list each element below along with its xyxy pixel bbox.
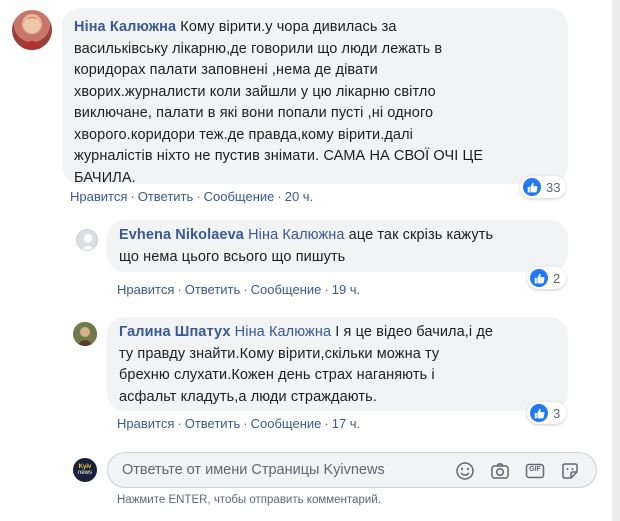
comment-bubble: Галина Шпатух Ніна Калюжна І я це відео … [107, 317, 568, 411]
timestamp-link[interactable]: 17 ч. [332, 416, 360, 431]
default-avatar-icon [81, 234, 95, 250]
timestamp-link[interactable]: 19 ч. [332, 282, 360, 297]
message-link[interactable]: Сообщение [204, 189, 275, 204]
enter-hint: Нажмите ENTER, чтобы отправить комментар… [117, 494, 381, 506]
reply-link[interactable]: Ответить [185, 282, 241, 297]
avatar[interactable] [12, 10, 52, 50]
comment-bubble: Evhena Nikolaeva Ніна Калюжна аце так ск… [107, 220, 568, 272]
gif-label: GIF [529, 466, 541, 473]
comment-line: журналістів ніхто не пустив знімати. САМ… [74, 148, 484, 164]
comment-line: асфальт кладуть,а люди страждають. [119, 388, 377, 405]
avatar-photo-icon [20, 17, 44, 50]
reply-link[interactable]: Ответить [185, 416, 241, 431]
scrollbar[interactable] [612, 0, 620, 521]
comment-line: виключане, палати в які вони попали пуст… [74, 105, 434, 121]
comment-text: Evhena Nikolaeva Ніна Калюжна аце так ск… [119, 225, 556, 247]
comment-input[interactable] [122, 460, 452, 480]
comment-actions: Нравится · Ответить · Сообщение · 19 ч. [117, 282, 361, 297]
message-link[interactable]: Сообщение [251, 282, 322, 297]
comment-line: хворого.коридори теж.де правда,кому віри… [74, 126, 413, 143]
page-avatar: Kyiv news [73, 458, 97, 482]
comment-author[interactable]: Галина Шпатух [119, 324, 231, 340]
reaction-count[interactable]: 33 [520, 176, 567, 198]
comment-line: васильківську лікарню,де говорили що люд… [74, 40, 443, 57]
comment-author[interactable]: Ніна Калюжна [74, 19, 176, 35]
like-icon [523, 178, 541, 196]
gif-icon[interactable]: GIF [524, 460, 546, 482]
comment-line: хворих.журналисти коли зайшли у цю лікар… [74, 83, 436, 100]
reply-box: GIF [107, 452, 597, 488]
camera-icon[interactable] [489, 460, 511, 482]
like-icon [530, 269, 548, 287]
page-avatar-text: news [77, 470, 92, 476]
like-link[interactable]: Нравится [117, 282, 174, 297]
like-link[interactable]: Нравится [70, 189, 127, 204]
comment-actions: Нравится · Ответить · Сообщение · 20 ч. [70, 189, 314, 204]
comment-line: ту правду знайти.Кому вірити,скільки мож… [119, 345, 440, 362]
reaction-number: 33 [546, 179, 561, 195]
comment-mention[interactable]: Ніна Калюжна [248, 227, 344, 243]
comment-text: Галина Шпатух Ніна Калюжна І я це відео … [119, 322, 556, 344]
comment-actions: Нравится · Ответить · Сообщение · 17 ч. [117, 416, 361, 431]
reply-link[interactable]: Ответить [138, 189, 194, 204]
comment-line: І я це відео бачила,і де [335, 324, 494, 340]
reaction-number: 2 [553, 270, 561, 286]
reaction-count[interactable]: 2 [527, 267, 567, 289]
reaction-count[interactable]: 3 [527, 402, 567, 424]
comment-line: брехню слухати.Кожен день страх наганяют… [119, 367, 435, 383]
comment-line: Кому вірити.у чора дивилась за [180, 19, 397, 35]
sticker-icon[interactable] [559, 460, 581, 482]
comment-bubble: Ніна Калюжна Кому вірити.у чора дивилась… [62, 8, 568, 186]
avatar[interactable] [76, 229, 98, 251]
like-icon [530, 404, 548, 422]
comment-line: аце так скрізь кажуть [348, 227, 494, 243]
like-link[interactable]: Нравится [117, 416, 174, 431]
comment-line: що нема цього всього що пишуть [119, 248, 346, 265]
message-link[interactable]: Сообщение [251, 416, 322, 431]
timestamp-link[interactable]: 20 ч. [285, 189, 313, 204]
comment-mention[interactable]: Ніна Калюжна [235, 324, 331, 340]
comment-line: БАЧИЛА. [74, 169, 136, 186]
reaction-number: 3 [553, 405, 561, 421]
comment-line: коридорах палати заповнені ,нема де діва… [74, 62, 378, 78]
emoji-icon[interactable] [454, 460, 476, 482]
comment-text: Ніна Калюжна Кому вірити.у чора дивилась… [74, 17, 556, 39]
avatar-photo-icon [73, 322, 97, 346]
comment-author[interactable]: Evhena Nikolaeva [119, 227, 244, 243]
avatar[interactable] [73, 322, 97, 346]
